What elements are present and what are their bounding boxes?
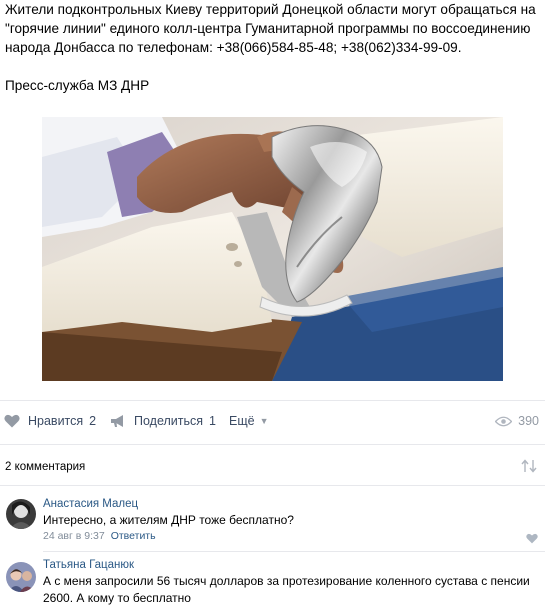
avatar-image [6,562,36,592]
comment-text: А с меня запросили 56 тысяч долларов за … [43,574,530,605]
heart-icon [4,414,20,428]
reply-button[interactable]: Ответить [111,530,156,542]
share-count: 1 [209,414,216,428]
comment-author[interactable]: Татьяна Гацанюк [43,559,134,571]
chevron-down-icon: ▼ [259,416,269,426]
like-label: Нравится [28,414,84,428]
avatar[interactable] [6,562,36,592]
views-counter: 390 [495,414,539,428]
post-actions-bar: Нравится 2 Поделиться 1 Ещё ▼ 390 [0,410,545,436]
knee-implant-photo [42,117,503,381]
views-count: 390 [518,414,539,428]
comments-divider [0,485,545,486]
share-label: Поделиться [134,414,204,428]
more-button[interactable]: Ещё ▼ [229,414,269,428]
post-image[interactable] [42,117,503,381]
heart-icon[interactable] [526,533,538,544]
share-button[interactable]: Поделиться 1 [110,414,216,428]
comment-meta: 24 авг в 9:37 Ответить [43,530,156,542]
eye-icon [495,416,513,426]
comment-date[interactable]: 24 авг в 9:37 [43,530,105,542]
avatar-image [6,499,36,529]
actions-divider-top [0,400,545,401]
post-text: Жители подконтрольных Киеву территорий Д… [5,0,540,57]
sort-icon[interactable] [521,459,537,473]
comment-item: Татьяна Гацанюк А с меня запросили 56 ты… [0,552,545,610]
like-count: 2 [89,414,97,428]
comments-count-header: 2 комментария [5,461,86,473]
comment-author[interactable]: Анастасия Малец [43,498,138,510]
post-signature: Пресс-служба МЗ ДНР [5,78,150,93]
actions-divider-bottom [0,444,545,445]
comment-text: Интересно, а жителям ДНР тоже бесплатно? [43,513,294,527]
like-button[interactable]: Нравится 2 [4,414,96,428]
post-body: Жители подконтрольных Киеву территорий Д… [5,2,536,55]
more-label: Ещё [229,414,255,428]
comment-item: Анастасия Малец Интересно, а жителям ДНР… [0,490,545,548]
avatar[interactable] [6,499,36,529]
megaphone-icon [111,415,123,427]
